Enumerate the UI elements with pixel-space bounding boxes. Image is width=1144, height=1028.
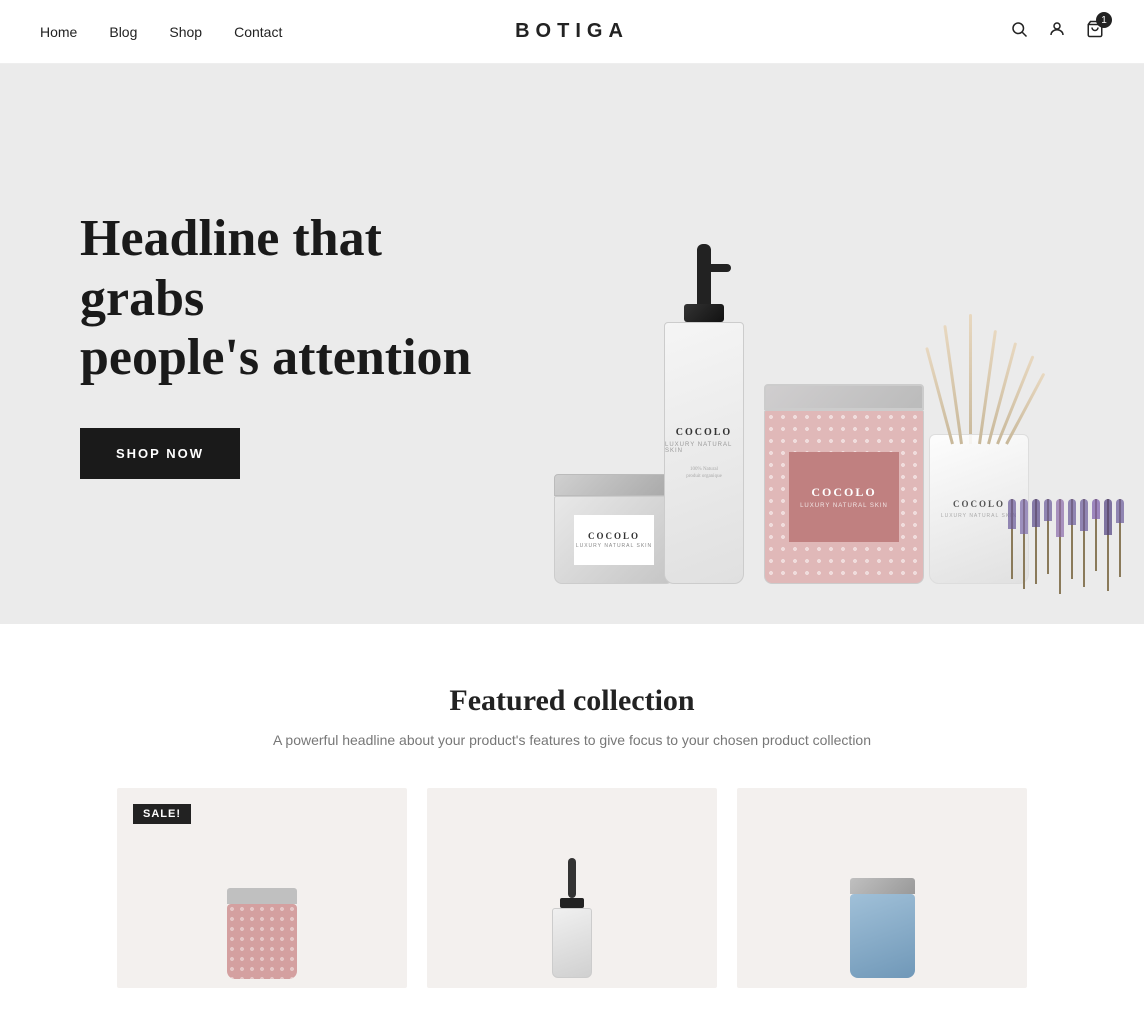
navbar: Home Blog Shop Contact BOTIGA 1: [0, 0, 1144, 64]
nav-contact[interactable]: Contact: [234, 24, 282, 40]
nav-shop[interactable]: Shop: [169, 24, 202, 40]
mini-product-blue: [850, 878, 915, 978]
hero-headline: Headline that grabs people's attention: [80, 209, 500, 388]
cart-icon[interactable]: 1: [1086, 20, 1104, 43]
nav-blog[interactable]: Blog: [109, 24, 137, 40]
search-icon[interactable]: [1010, 20, 1028, 43]
nav-icons: 1: [1010, 20, 1104, 43]
featured-title: Featured collection: [40, 684, 1104, 718]
cart-count: 1: [1096, 12, 1112, 28]
featured-subtitle: A powerful headline about your product's…: [40, 732, 1104, 748]
card-image-3: [737, 788, 1027, 988]
shop-now-button[interactable]: SHOP NOW: [80, 428, 240, 479]
product-card-2[interactable]: [427, 788, 717, 988]
hero-text: Headline that grabs people's attention S…: [0, 149, 580, 539]
product-card-3[interactable]: [737, 788, 1027, 988]
product-pump-bottle: COCOLO LUXURY NATURAL SKIN 100% Naturalp…: [654, 244, 754, 584]
user-icon[interactable]: [1048, 20, 1066, 43]
nav-links: Home Blog Shop Contact: [40, 24, 282, 40]
product-card-1[interactable]: SALE!: [117, 788, 407, 988]
hero-section: Headline that grabs people's attention S…: [0, 64, 1144, 624]
featured-section: Featured collection A powerful headline …: [0, 624, 1144, 1028]
lavender-decoration: [1008, 499, 1124, 594]
site-logo: BOTIGA: [515, 20, 629, 43]
mini-product-pump: [547, 858, 597, 978]
nav-home[interactable]: Home: [40, 24, 77, 40]
card-image-2: [427, 788, 717, 988]
product-grid: SALE!: [40, 788, 1104, 988]
sale-badge: SALE!: [133, 804, 191, 824]
hero-products: COCOLO LUXURY NATURAL SKIN COCOLO LUXURY…: [524, 64, 1144, 624]
mini-product-pink: [227, 888, 297, 978]
product-jar-pink: COCOLO LUXURY NATURAL SKIN: [764, 384, 924, 584]
